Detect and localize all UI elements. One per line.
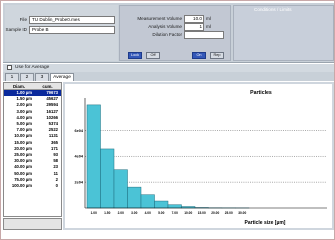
x-tick-label: 7.00	[172, 211, 178, 215]
bar	[113, 169, 128, 209]
dilution-factor-field[interactable]	[184, 31, 224, 39]
bar	[127, 186, 142, 209]
bar	[154, 200, 169, 209]
particles-chart-svg: Particles 2e04 4e04 6e04 1.00 1.50 2.00 3.00 4.0…	[75, 90, 327, 226]
on-button[interactable]: On	[192, 52, 206, 59]
x-tick-label: 1.00	[91, 211, 97, 215]
sample-id-label: Sample ID	[5, 27, 27, 32]
tab-bar: 1 2 3 Average	[3, 72, 334, 81]
use-for-average-label: Use for Average	[15, 65, 50, 70]
analysis-volume-field[interactable]: 1	[184, 23, 204, 31]
x-tick-label: 2.00	[118, 211, 124, 215]
tab-2[interactable]: 2	[20, 73, 34, 81]
file-name-field[interactable]: TU Dublin_Probe0.mes	[29, 16, 115, 24]
bar	[86, 104, 101, 209]
x-axis-label: Particle size [µm]	[245, 220, 286, 226]
file-label: File	[19, 17, 27, 22]
x-tick-label: 25.00	[225, 211, 233, 215]
size-distribution-table: Diam. cum. 1.00 µm 79673 1.50 µm 45627 2.00 …	[3, 82, 62, 217]
x-tick-label: 30.00	[238, 211, 246, 215]
y-tick-label: 2e04	[75, 181, 84, 185]
lock-button[interactable]: Lock	[128, 52, 142, 59]
tab-3[interactable]: 3	[35, 73, 49, 81]
x-tick-label: 3.00	[131, 211, 137, 215]
header-panel: File TU Dublin_Probe0.mes Sample ID Prob…	[3, 3, 334, 63]
cumulative-column-header: cum.	[34, 83, 61, 90]
cumulative-count-cell: 0	[55, 183, 58, 188]
sample-id-field[interactable]: Probe B	[29, 26, 115, 34]
dilution-factor-label: Dilution Factor	[152, 32, 182, 37]
measurement-volume-label: Measurement Volume	[137, 16, 182, 21]
table-row[interactable]: 100.00 µm 0	[4, 183, 61, 189]
conditions-panel: Conditions / Limits	[233, 5, 334, 61]
chart-title: Particles	[250, 90, 272, 96]
particles-chart: Particles 2e04 4e04 6e04 1.00 1.50 2.00 3.00 4.0…	[65, 84, 332, 228]
diameter-cell: 100.00 µm	[11, 183, 32, 188]
measurement-volume-unit: ml	[206, 16, 211, 21]
app-window: File TU Dublin_Probe0.mes Sample ID Prob…	[0, 0, 335, 240]
x-tick-label: 15.00	[198, 211, 206, 215]
x-tick-label: 1.50	[104, 211, 110, 215]
diameter-column-header: Diam.	[4, 83, 34, 90]
x-tick-label: 20.00	[211, 211, 219, 215]
chart-panel: Particles 2e04 4e04 6e04 1.00 1.50 2.00 3.00 4.0…	[63, 82, 334, 230]
use-for-average-checkbox[interactable]	[7, 65, 12, 70]
rep-button[interactable]: Rep	[210, 52, 224, 59]
x-tick-label: 5.00	[158, 211, 164, 215]
measurement-panel: Measurement Volume 10.0 ml Analysis Volu…	[119, 5, 231, 61]
y-tick-label: 4e04	[75, 155, 84, 159]
y-tick-label: 6e04	[75, 129, 84, 133]
bar	[100, 148, 115, 209]
tab-1[interactable]: 1	[5, 73, 19, 81]
use-for-average-row: Use for Average	[3, 64, 334, 72]
bar	[167, 204, 182, 209]
file-info-area: File TU Dublin_Probe0.mes Sample ID Prob…	[5, 5, 118, 61]
analysis-volume-unit: ml	[206, 24, 211, 29]
table-footer-scrollbar[interactable]	[3, 218, 62, 230]
bar	[140, 194, 155, 209]
conditions-title: Conditions / Limits	[254, 7, 292, 12]
off-button[interactable]: Off	[146, 52, 160, 59]
x-tick-label: 4.00	[145, 211, 151, 215]
tab-average[interactable]: Average	[50, 73, 74, 81]
analysis-volume-label: Analysis Volume	[148, 24, 182, 29]
x-tick-label: 10.00	[184, 211, 192, 215]
measurement-volume-field[interactable]: 10.0	[184, 15, 204, 23]
